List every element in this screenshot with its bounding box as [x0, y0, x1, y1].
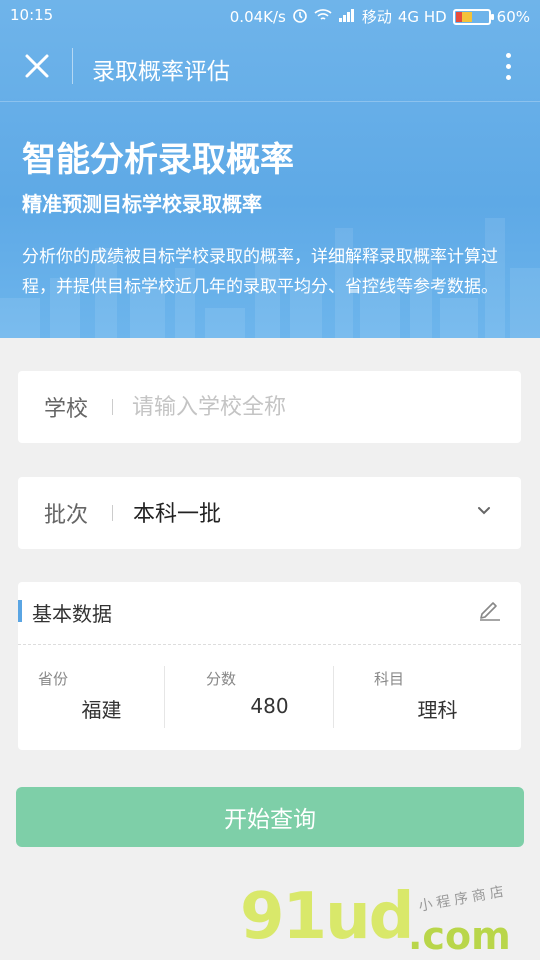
field-separator — [112, 505, 113, 521]
network-speed: 0.04K/s — [229, 7, 286, 26]
score-value: 480 — [250, 694, 289, 718]
province-value: 福建 — [81, 698, 122, 722]
hero-description: 分析你的成绩被目标学校录取的概率，详细解释录取概率计算过程，并提供目标学校近几年… — [22, 247, 498, 297]
subject-stat: 科目 理科 — [354, 666, 521, 730]
dashed-divider — [18, 644, 521, 645]
stat-divider — [333, 666, 334, 728]
carrier-name: 移动 — [361, 8, 392, 26]
network-type: 4G HD — [397, 7, 447, 26]
watermark-domain: .com — [408, 914, 511, 958]
status-indicators: 0.04K/s 移动 4G HD 60% — [230, 6, 530, 27]
more-vertical-icon — [498, 53, 518, 80]
province-label: 省份 — [38, 670, 69, 688]
edit-icon — [480, 602, 500, 621]
school-field-card: 学校 — [18, 371, 521, 443]
close-icon — [25, 54, 49, 78]
wifi-icon — [314, 8, 332, 26]
subject-value: 理科 — [417, 698, 458, 722]
score-stat: 分数 480 — [186, 666, 353, 730]
alarm-icon — [292, 7, 308, 27]
batch-value: 本科一批 — [133, 502, 222, 527]
nav-bar: 录取概率评估 — [0, 32, 540, 102]
watermark-logo: 91ud 小程序商店 .com — [240, 880, 540, 960]
start-query-button[interactable]: 开始查询 — [16, 787, 524, 847]
field-separator — [112, 399, 113, 415]
school-input[interactable] — [132, 385, 492, 429]
chevron-down-icon — [478, 507, 490, 515]
school-label: 学校 — [44, 397, 89, 422]
score-label: 分数 — [206, 670, 237, 688]
batch-select[interactable]: 批次 本科一批 — [18, 477, 521, 549]
stat-divider — [164, 666, 165, 728]
battery-percent: 60% — [496, 7, 530, 26]
basic-data-title: 基本数据 — [32, 602, 112, 626]
province-stat: 省份 福建 — [18, 666, 185, 730]
basic-data-card: 基本数据 省份 福建 分数 480 科目 理科 — [18, 582, 521, 750]
edit-button[interactable] — [477, 596, 503, 622]
hero-banner: 10:15 0.04K/s 移动 4G HD 60% 录取概率评估 智能分析录取… — [0, 0, 540, 338]
batch-label: 批次 — [44, 503, 89, 528]
hero-subtitle: 精准预测目标学校录取概率 — [22, 192, 262, 216]
status-time: 10:15 — [10, 6, 54, 24]
status-bar: 10:15 0.04K/s 移动 4G HD 60% — [0, 0, 540, 32]
watermark-brand: 91ud — [240, 880, 414, 954]
nav-divider — [72, 48, 73, 84]
watermark-tagline: 小程序商店 — [417, 883, 509, 915]
section-accent-bar — [18, 600, 22, 622]
subject-label: 科目 — [374, 670, 405, 688]
page-title: 录取概率评估 — [92, 59, 230, 85]
more-button[interactable] — [498, 50, 518, 84]
close-button[interactable] — [20, 49, 54, 83]
battery-icon — [452, 8, 494, 25]
hero-title: 智能分析录取概率 — [22, 140, 294, 180]
signal-icon — [338, 8, 356, 26]
